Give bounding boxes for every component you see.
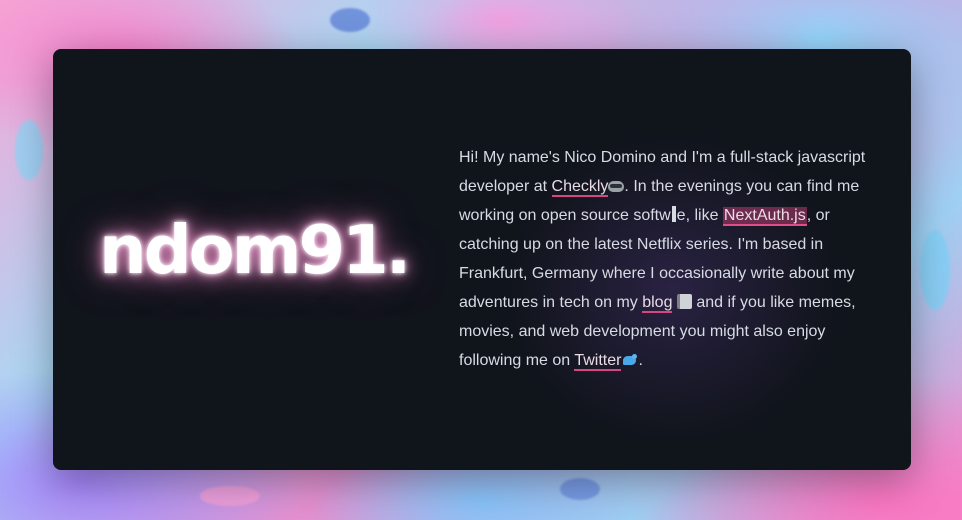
background-paint-blob <box>920 230 950 310</box>
background-paint-blob <box>330 8 370 32</box>
raccoon-icon <box>608 181 625 192</box>
background-paint-blob <box>560 478 600 500</box>
bio-text: . <box>638 352 643 369</box>
bio-text: e, like <box>676 207 723 224</box>
nextauth-link[interactable]: NextAuth.js <box>722 207 807 226</box>
intro-card: ndom91. Hi! My name's Nico Domino and I'… <box>53 49 911 470</box>
background-paint-blob <box>200 486 260 506</box>
checkly-link[interactable]: Checkly <box>551 178 609 197</box>
bird-icon <box>621 354 638 366</box>
background-paint-blob <box>15 120 43 180</box>
bio-paragraph: Hi! My name's Nico Domino and I'm a full… <box>459 143 879 375</box>
twitter-link[interactable]: Twitter <box>574 352 622 371</box>
site-logo: ndom91. <box>99 211 411 289</box>
text-cursor-icon <box>671 206 676 222</box>
notebook-icon <box>676 294 692 309</box>
blog-link[interactable]: blog <box>642 294 673 313</box>
